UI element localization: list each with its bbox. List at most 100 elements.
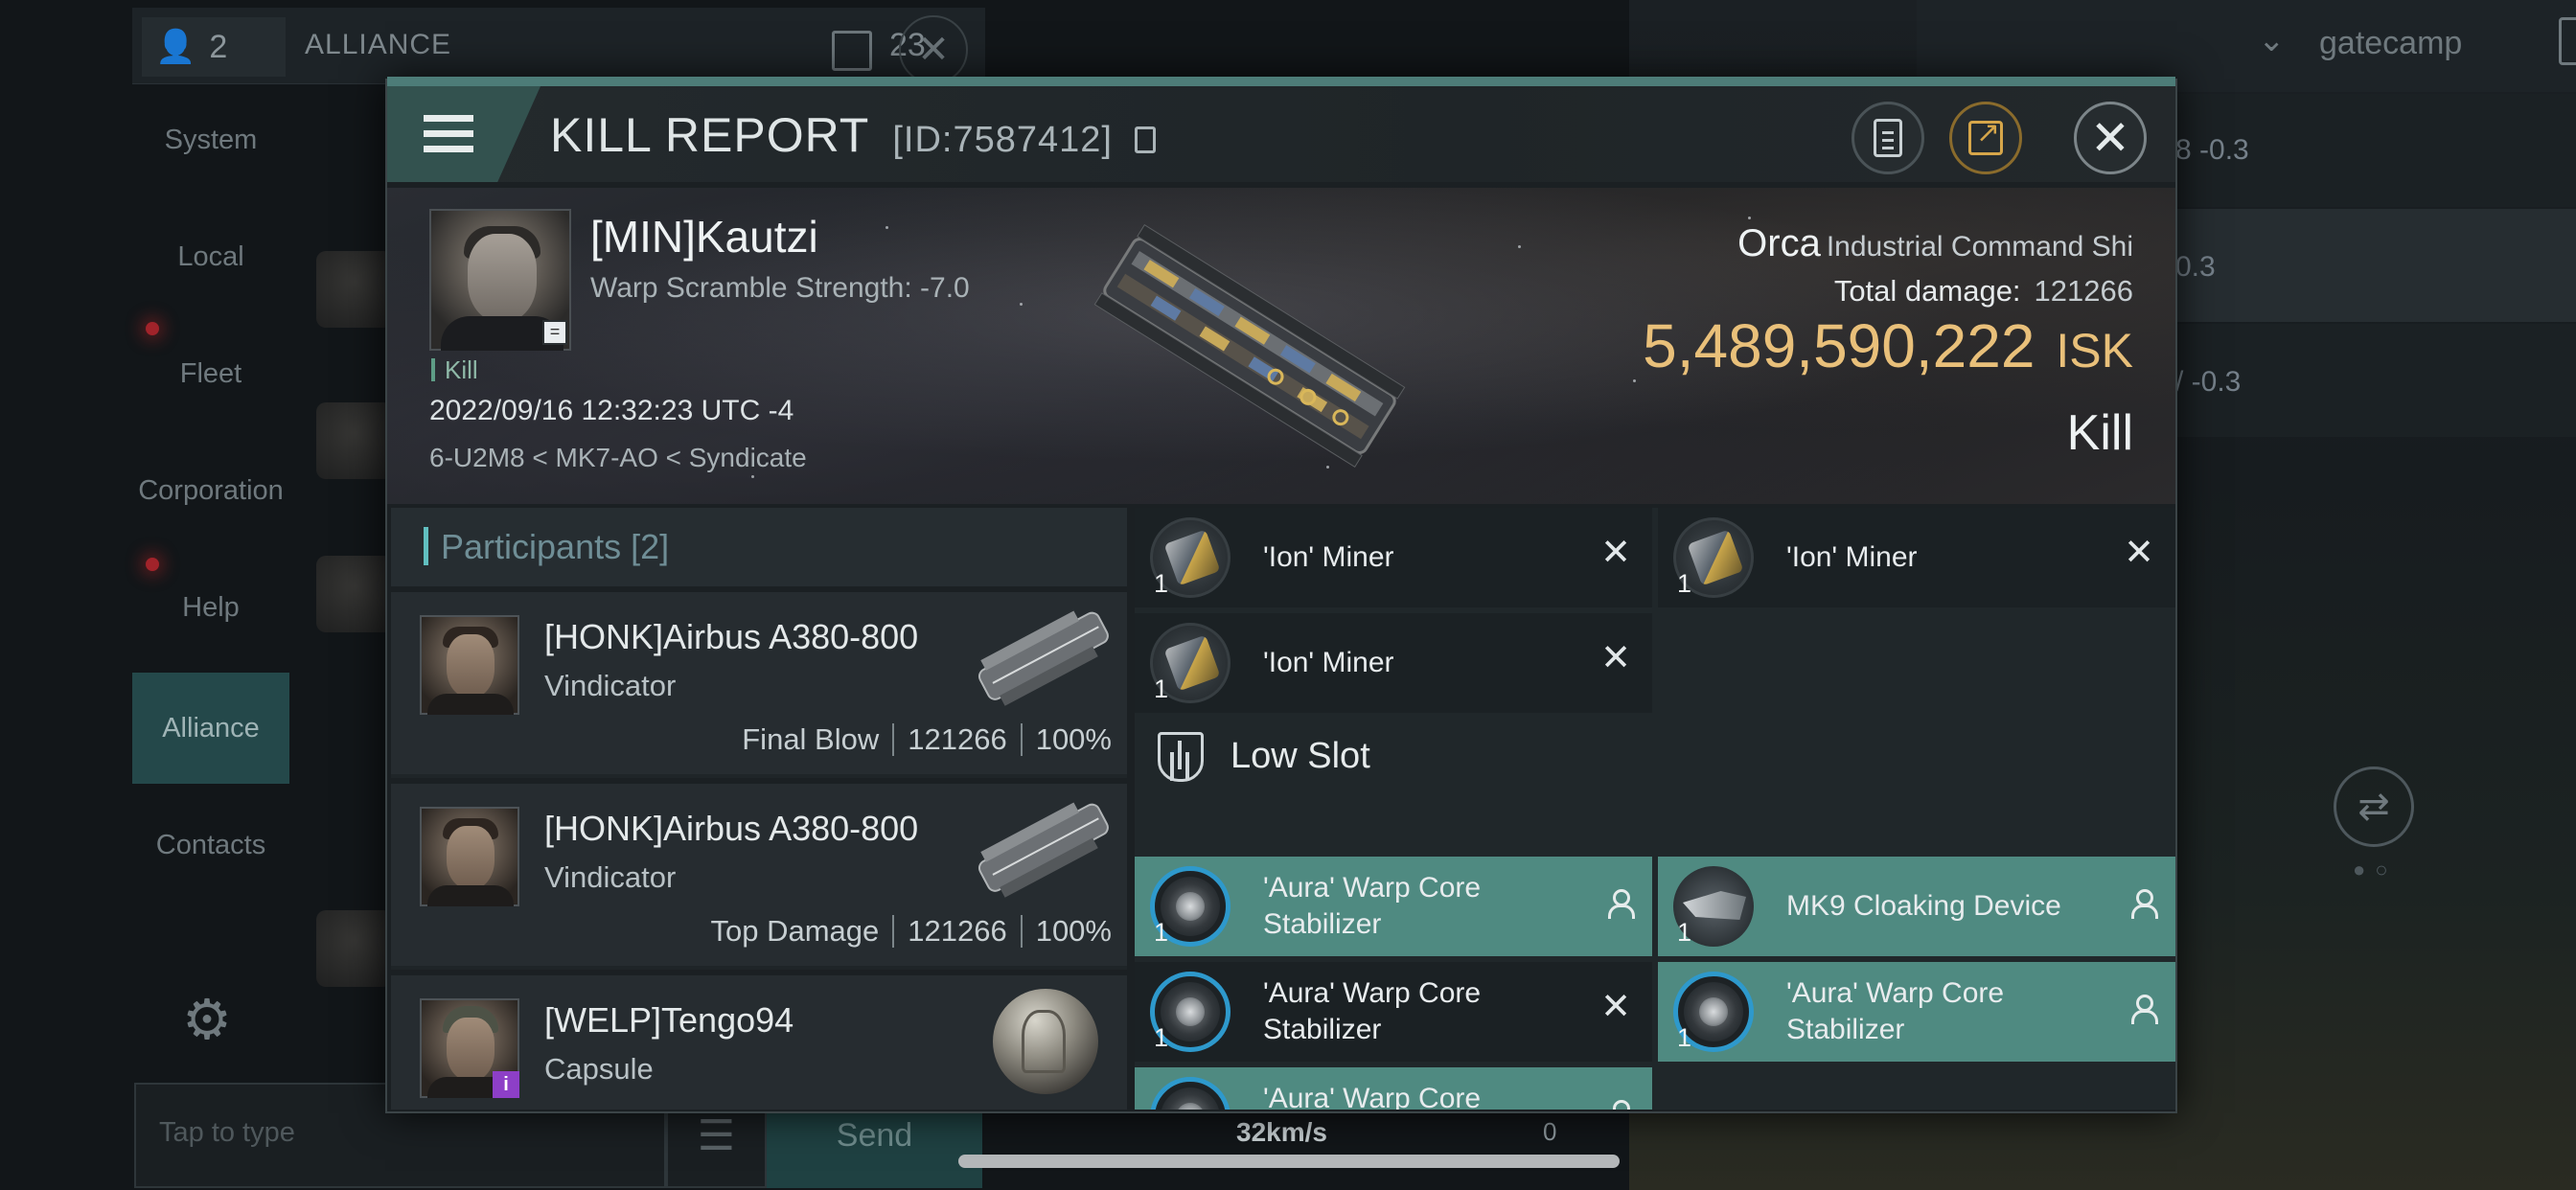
- chat-input-placeholder: Tap to type: [159, 1117, 295, 1148]
- share-button[interactable]: [1949, 102, 2022, 174]
- dropped-person-icon: [1606, 1100, 1631, 1110]
- ship-type[interactable]: Orca Industrial Command Shi: [1737, 222, 2133, 265]
- module-quantity: 1: [1154, 1023, 1169, 1052]
- overview-row[interactable]: [2166, 209, 2576, 322]
- dropped-person-icon: [2129, 995, 2158, 1025]
- isk-amount: 5,489,590,222: [1643, 311, 2036, 380]
- kill-date: 2022/09/16 12:32:23 UTC -4: [429, 395, 794, 426]
- person-icon: 👤: [155, 29, 196, 65]
- sidebar-item-fleet[interactable]: Fleet: [132, 318, 289, 429]
- report-document-button[interactable]: [1852, 102, 1924, 174]
- participant-avatar[interactable]: [420, 807, 519, 906]
- module-slot[interactable]: 1 'Ion' Miner ✕: [1135, 613, 1652, 713]
- channel-title: ALLIANCE: [305, 29, 452, 60]
- participant-row[interactable]: i [WELP]Tengo94 Capsule: [391, 970, 1127, 1110]
- module-slot[interactable]: 1 'Ion' Miner ✕: [1135, 508, 1652, 607]
- avatar: [316, 556, 393, 632]
- module-slot[interactable]: 1 'Aura' Warp Core Stabilizer ✕: [1135, 962, 1652, 1062]
- participant-row[interactable]: [HONK]Airbus A380-800 Vindicator Final B…: [391, 586, 1127, 774]
- vindicator-ship-image: [978, 802, 1109, 898]
- ship-name: Orca: [1737, 222, 1821, 264]
- sidebar-item-alliance[interactable]: Alliance: [132, 673, 289, 784]
- participant-stats: Top Damage 121266 100%: [710, 914, 1112, 949]
- total-damage-label: Total damage:: [1833, 274, 2021, 308]
- sidebar-item-local[interactable]: Local: [132, 201, 289, 312]
- destroyed-x-icon: ✕: [1600, 987, 1631, 1027]
- participant-row[interactable]: [HONK]Airbus A380-800 Vindicator Top Dam…: [391, 778, 1127, 966]
- isk-value: 5,489,590,222 ISK: [1643, 310, 2133, 381]
- members-button[interactable]: 👤 2: [142, 17, 286, 77]
- ship-speed: 32km/s: [1236, 1117, 1327, 1147]
- participant-ship: Vindicator: [544, 860, 677, 894]
- hamburger-menu-icon[interactable]: [424, 115, 473, 157]
- copy-icon[interactable]: [1134, 126, 1156, 153]
- low-slot-icon: [1158, 732, 1204, 782]
- low-slot-header: Low Slot: [1135, 719, 2175, 795]
- module-slot[interactable]: 1 'Ion' Miner ✕: [1658, 508, 2175, 607]
- members-count: 2: [209, 28, 228, 65]
- module-slot[interactable]: 1 'Aura' Warp Core Stabilizer: [1658, 962, 2175, 1062]
- ship-class: Industrial Command Shi: [1826, 231, 2133, 263]
- destroyed-x-icon: ✕: [1600, 533, 1631, 573]
- hud-value: 0: [1543, 1117, 1557, 1146]
- module-quantity: 1: [1677, 918, 1692, 947]
- participant-role: Top Damage: [710, 914, 880, 948]
- page-title: KILL REPORT [ID:7587412]: [550, 107, 1156, 163]
- module-name: 'Ion' Miner: [1263, 647, 1394, 678]
- module-name: 'Aura' Warp Core Stabilizer: [1263, 872, 1482, 940]
- destroyed-x-icon: ✕: [2124, 533, 2154, 573]
- destroyed-x-icon: ✕: [1600, 638, 1631, 678]
- orca-ship-image[interactable]: [1077, 207, 1422, 485]
- participants-panel: Participants [2] [HONK]Airbus A380-800 V…: [391, 508, 1127, 1110]
- corp-badge-icon: =: [542, 320, 567, 345]
- participant-ship: Vindicator: [544, 669, 677, 702]
- participant-name[interactable]: [HONK]Airbus A380-800: [544, 617, 918, 657]
- sidebar-item-corporation[interactable]: Corporation: [132, 435, 289, 546]
- kill-location[interactable]: 6-U2M8 < MK7-AO < Syndicate: [429, 443, 807, 473]
- modal-accent-line: [387, 77, 2175, 86]
- avatar: [316, 402, 393, 479]
- module-slot[interactable]: 1 MK9 Cloaking Device: [1658, 857, 2175, 956]
- module-quantity: 1: [1677, 569, 1692, 598]
- kill-report-modal: KILL REPORT [ID:7587412] ✕ = [MIN]Kautzi…: [385, 77, 2177, 1113]
- info-badge-icon[interactable]: i: [493, 1071, 519, 1098]
- participant-percent: 100%: [1035, 914, 1112, 948]
- fitting-panel: 1 'Ion' Miner ✕ 1 'Ion' Miner ✕ 1 'Ion' …: [1135, 508, 2175, 1110]
- participant-avatar[interactable]: i: [420, 998, 519, 1098]
- participants-title: Participants [2]: [441, 527, 670, 566]
- participants-header[interactable]: Participants [2]: [391, 508, 1127, 586]
- close-button[interactable]: ✕: [2074, 102, 2147, 174]
- swap-icon[interactable]: ⇄: [2334, 767, 2414, 847]
- capsule-image: [993, 989, 1098, 1094]
- dropped-person-icon: [1606, 889, 1635, 920]
- sidebar-item-contacts[interactable]: Contacts: [132, 790, 289, 901]
- participant-ship: Capsule: [544, 1052, 654, 1086]
- participant-damage: 121266: [908, 914, 1007, 948]
- module-quantity: 1: [1154, 675, 1169, 703]
- security-value: 0.3: [2175, 251, 2216, 283]
- module-name: 'Ion' Miner: [1786, 541, 1918, 573]
- low-slot-label: Low Slot: [1230, 736, 1370, 776]
- sidebar-item-system[interactable]: System: [132, 84, 289, 195]
- security-value: 8 -0.3: [2175, 134, 2249, 166]
- settings-gear-icon[interactable]: ⚙: [182, 987, 232, 1052]
- module-slot[interactable]: 1 'Aura' Warp Core Stabilizer: [1135, 857, 1652, 956]
- module-name: 'Ion' Miner: [1263, 541, 1394, 573]
- filter-icon[interactable]: [2559, 17, 2576, 65]
- home-indicator[interactable]: [958, 1155, 1620, 1168]
- chevron-down-icon[interactable]: ⌄: [2258, 21, 2286, 59]
- module-name: 'Aura' Warp Core Stabilizer: [1263, 977, 1482, 1045]
- module-quantity: 1: [1154, 918, 1169, 947]
- avatar: [316, 910, 393, 987]
- participant-avatar[interactable]: [420, 615, 519, 715]
- vindicator-ship-image: [978, 610, 1109, 706]
- chat-close-icon[interactable]: ✕: [899, 15, 968, 84]
- participant-name[interactable]: [HONK]Airbus A380-800: [544, 809, 918, 849]
- document-icon: [1874, 119, 1902, 157]
- share-icon: [1968, 116, 2003, 155]
- participant-name[interactable]: [WELP]Tengo94: [544, 1000, 794, 1041]
- victim-name[interactable]: [MIN]Kautzi: [590, 211, 818, 263]
- kill-tag: Kill: [431, 357, 478, 382]
- participant-role: Final Blow: [742, 722, 880, 756]
- module-slot[interactable]: 1 'Aura' Warp Core Stabilizer: [1135, 1067, 1652, 1110]
